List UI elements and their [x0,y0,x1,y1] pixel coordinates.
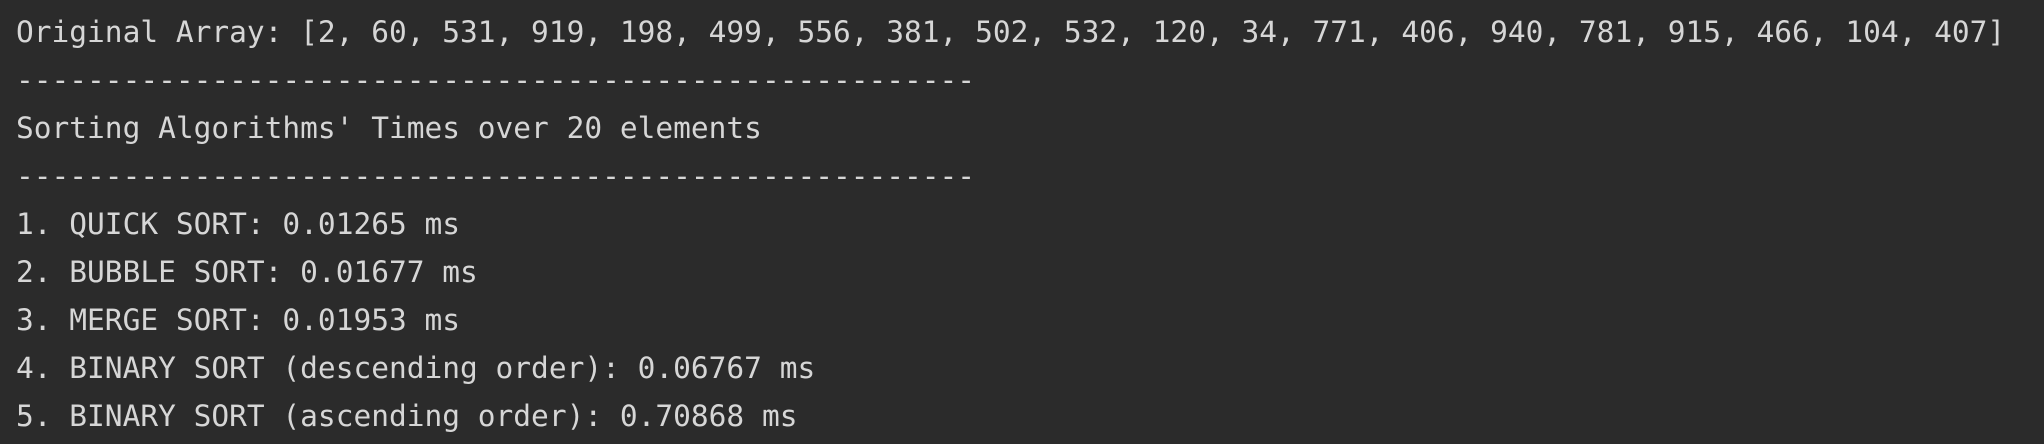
result-line-bubble-sort: 2. BUBBLE SORT: 0.01677 ms [16,255,478,289]
separator-line: ----------------------------------------… [16,63,976,97]
original-array-line: Original Array: [2, 60, 531, 919, 198, 4… [16,15,2006,49]
result-line-binary-sort-ascending: 5. BINARY SORT (ascending order): 0.7086… [16,399,798,433]
result-line-merge-sort: 3. MERGE SORT: 0.01953 ms [16,303,461,337]
result-line-quick-sort: 1. QUICK SORT: 0.01265 ms [16,207,461,241]
heading-line: Sorting Algorithms' Times over 20 elemen… [16,111,762,145]
console-output: Original Array: [2, 60, 531, 919, 198, 4… [0,0,2044,444]
separator-line: ----------------------------------------… [16,159,976,193]
result-line-binary-sort-descending: 4. BINARY SORT (descending order): 0.067… [16,351,816,385]
